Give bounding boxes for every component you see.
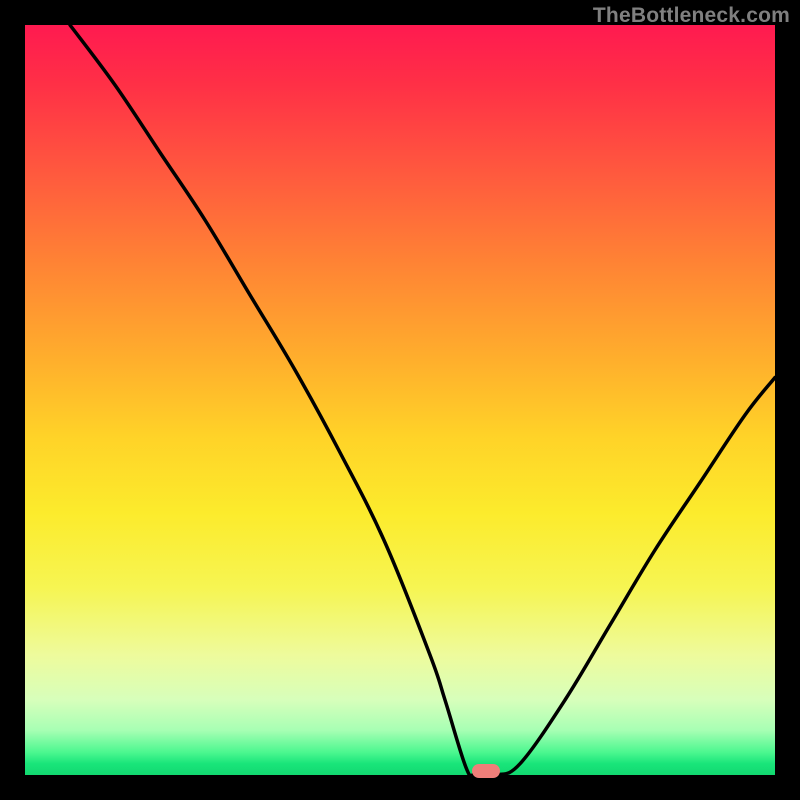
chart-frame: TheBottleneck.com: [0, 0, 800, 800]
plot-area: [25, 25, 775, 775]
minimum-marker: [472, 764, 500, 778]
bottleneck-curve: [25, 25, 775, 775]
attribution-text: TheBottleneck.com: [593, 4, 790, 28]
